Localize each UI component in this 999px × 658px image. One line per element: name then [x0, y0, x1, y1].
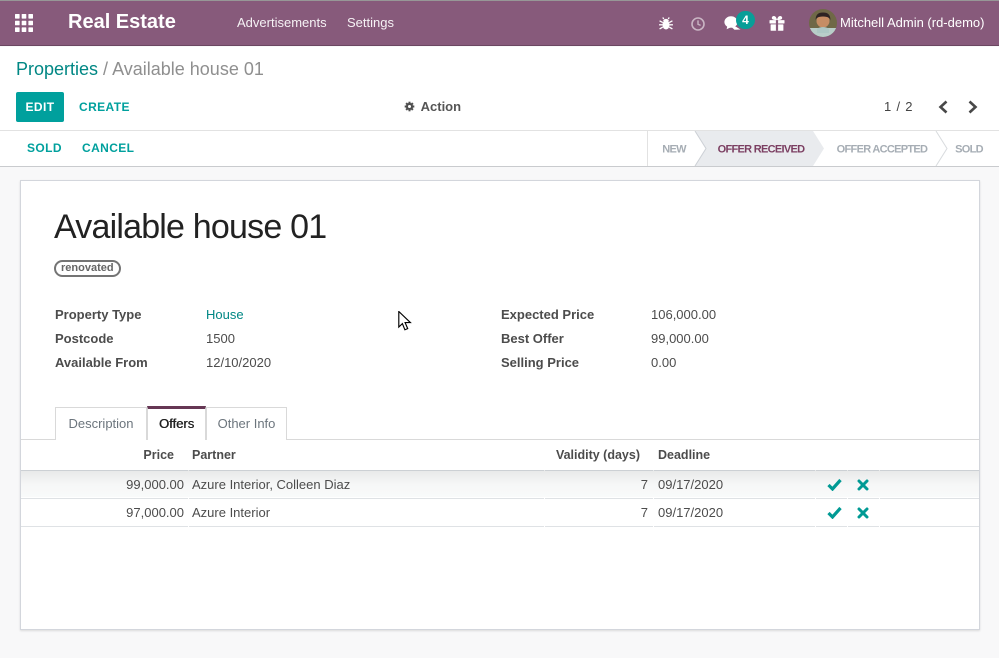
- svg-text:OFFER ACCEPTED: OFFER ACCEPTED: [837, 144, 928, 156]
- svg-text:SOLD: SOLD: [955, 144, 984, 156]
- svg-text:NEW: NEW: [662, 144, 687, 156]
- svg-text:OFFER RECEIVED: OFFER RECEIVED: [718, 144, 806, 156]
